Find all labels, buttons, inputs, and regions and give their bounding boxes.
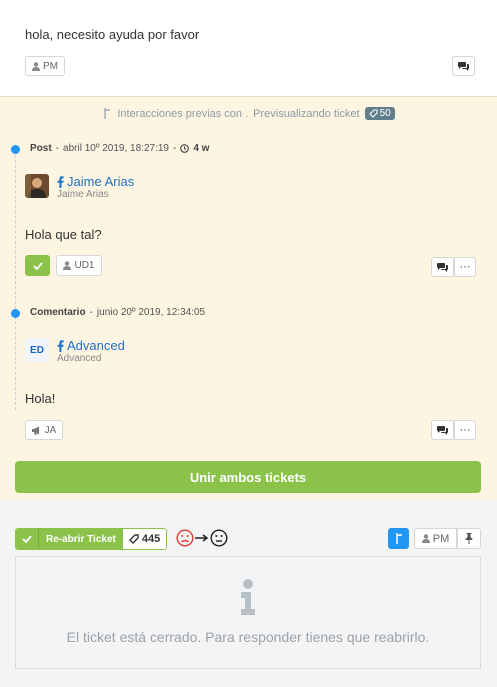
timeline-dot <box>11 145 20 154</box>
item-type: Post <box>30 143 52 154</box>
ticket-icon <box>128 534 139 544</box>
facebook-icon <box>57 339 64 352</box>
item-meta: Comentario - junio 20º 2019, 12:34:05 <box>30 307 206 318</box>
clock-icon <box>180 144 190 153</box>
item-date: junio 20º 2019, 12:34:05 <box>96 307 206 318</box>
merge-icon <box>395 533 402 544</box>
neutral-face-icon <box>210 529 228 547</box>
ticket-badge-number: 50 <box>379 108 391 119</box>
ellipsis-icon: ··· <box>459 261 471 273</box>
item-age: 4 w <box>193 143 210 154</box>
item-type: Comentario <box>30 307 86 318</box>
avatar <box>25 174 49 198</box>
reopen-label: Re-abrir Ticket <box>38 529 123 549</box>
megaphone-icon <box>31 426 39 435</box>
more-button[interactable]: ··· <box>454 257 476 277</box>
agent-label: JA <box>44 424 57 436</box>
user-icon <box>32 61 40 71</box>
author-link[interactable]: Jaime Arias <box>57 174 134 189</box>
check-icon <box>16 529 38 549</box>
more-button[interactable]: ··· <box>454 420 476 440</box>
info-icon <box>241 579 255 615</box>
preview-prefix: Interacciones previas con . <box>117 107 249 120</box>
ticket-number: 445 <box>122 529 167 549</box>
pm-button[interactable]: PM <box>25 56 65 76</box>
author-username: Advanced <box>57 353 102 364</box>
comments-icon <box>437 425 448 435</box>
comments-icon <box>437 262 448 272</box>
timeline-line <box>15 150 16 410</box>
avatar: ED <box>25 338 49 362</box>
facebook-icon <box>57 175 64 188</box>
ellipsis-icon: ··· <box>459 424 471 436</box>
author-username: Jaime Arias <box>57 189 109 200</box>
pin-icon <box>465 533 473 544</box>
first-message-card: hola, necesito ayuda por favor PM <box>0 0 497 97</box>
item-meta: Post - abril 10º 2019, 18:27:19 - 4 w <box>30 143 210 154</box>
preview-label: Previsualizando ticket <box>253 107 360 120</box>
closed-message: El ticket está cerrado. Para responder t… <box>66 629 430 645</box>
user-icon <box>63 261 72 270</box>
reply-button[interactable] <box>431 420 454 440</box>
pm-label: PM <box>432 532 450 545</box>
reply-button[interactable] <box>452 56 475 76</box>
reply-area: Re-abrir Ticket 445 PM El ticket está ce… <box>0 500 497 687</box>
arrow-right-icon <box>195 534 209 542</box>
pm-label: PM <box>43 60 58 72</box>
comments-icon <box>458 61 469 71</box>
reopen-ticket-control[interactable]: Re-abrir Ticket 445 <box>15 528 168 550</box>
reply-button[interactable] <box>431 257 454 277</box>
merge-toggle-button[interactable] <box>388 528 409 549</box>
item-date: abril 10º 2019, 18:27:19 <box>63 143 169 154</box>
timeline-dot <box>11 309 20 318</box>
sentiment-indicator <box>176 529 228 547</box>
merge-icon <box>104 108 111 119</box>
pm-button[interactable]: PM <box>414 528 457 549</box>
merge-tickets-button[interactable]: Unir ambos tickets <box>15 461 481 493</box>
user-icon <box>421 534 430 543</box>
pin-button[interactable] <box>457 528 481 549</box>
item-message: Hola que tal? <box>25 227 102 242</box>
agent-button[interactable]: UD1 <box>56 255 102 276</box>
agent-label: UD1 <box>74 260 95 271</box>
closed-notice: El ticket está cerrado. Para responder t… <box>15 556 481 669</box>
author-block: Jaime Arias Jaime Arias <box>25 174 134 201</box>
approve-button[interactable] <box>25 255 50 276</box>
sad-face-icon <box>176 529 194 547</box>
item-message: Hola! <box>25 391 56 406</box>
ticket-icon <box>368 109 378 118</box>
check-icon <box>32 261 43 270</box>
agent-button[interactable]: JA <box>25 420 63 440</box>
author-name: Advanced <box>67 338 125 353</box>
author-link[interactable]: Advanced <box>57 338 125 353</box>
author-block: ED Advanced Advanced <box>25 338 125 365</box>
preview-header: Interacciones previas con . Previsualiza… <box>0 107 497 120</box>
author-name: Jaime Arias <box>67 174 135 189</box>
avatar-logo-text: ED <box>30 344 44 356</box>
ticket-count: 445 <box>141 533 161 545</box>
previous-interactions-panel: Interacciones previas con . Previsualiza… <box>0 97 497 500</box>
ticket-badge[interactable]: 50 <box>364 107 395 120</box>
message-text: hola, necesito ayuda por favor <box>25 27 200 42</box>
